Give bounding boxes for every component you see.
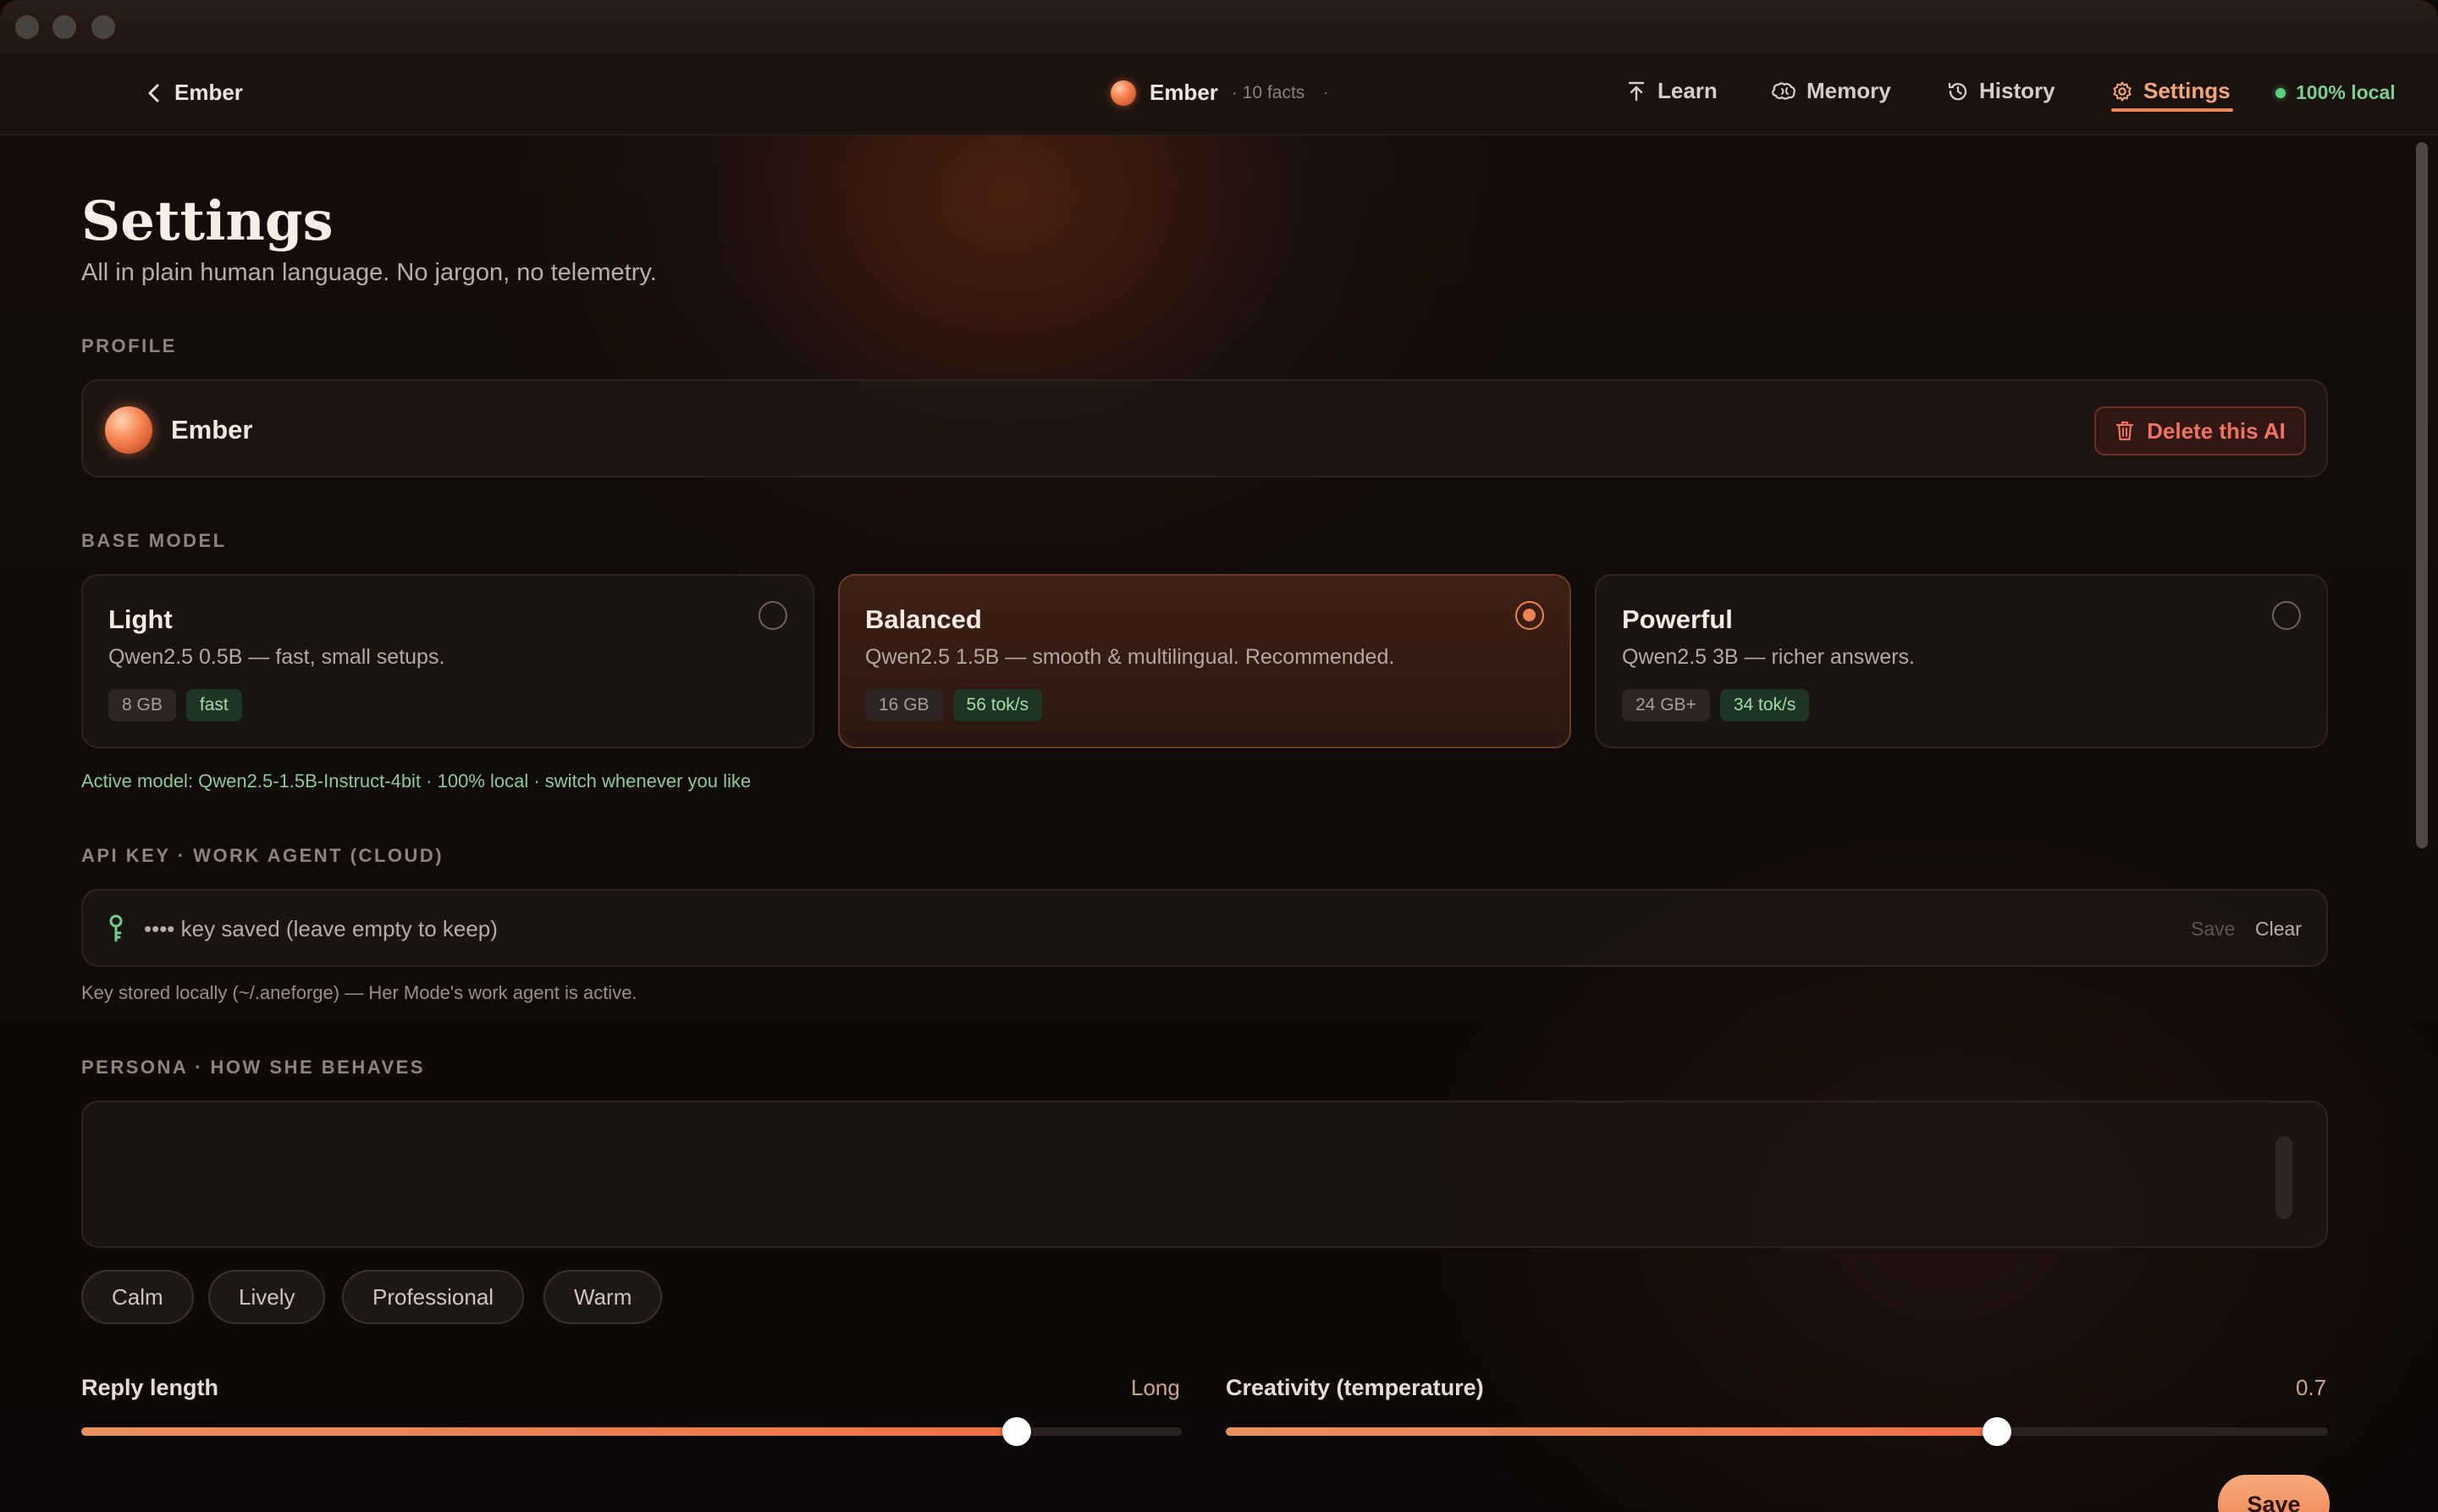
chevron-left-icon: [148, 84, 159, 102]
local-status-label: 100% local: [2296, 81, 2396, 103]
brand-header: Ember · 10 facts ·: [1111, 80, 1328, 106]
model-option-balanced[interactable]: Balanced Qwen2.5 1.5B — smooth & multili…: [838, 574, 1571, 748]
tone-chip-lively[interactable]: Lively: [208, 1270, 326, 1324]
page-scrollbar-thumb[interactable]: [2416, 142, 2428, 848]
tab-settings-label: Settings: [2143, 78, 2231, 103]
close-window-button[interactable]: [15, 15, 39, 39]
persona-textarea[interactable]: [81, 1101, 2328, 1248]
creativity-slider-fill: [1226, 1427, 1998, 1436]
api-key-save-button[interactable]: Save: [2191, 918, 2235, 941]
creativity-slider[interactable]: [1226, 1417, 2328, 1446]
model-tags: 16 GB 56 tok/s: [865, 689, 1043, 721]
speed-badge: fast: [185, 689, 242, 721]
api-key-clear-button[interactable]: Clear: [2255, 918, 2302, 941]
model-radio-light[interactable]: [758, 601, 787, 630]
status-dot-icon: [2275, 87, 2286, 98]
brand-separator-dot: ·: [1323, 84, 1329, 101]
minimize-window-button[interactable]: [52, 15, 76, 39]
model-description: Qwen2.5 0.5B — fast, small setups.: [108, 645, 445, 669]
api-key-input[interactable]: •••• key saved (leave empty to keep): [144, 916, 498, 942]
profile-avatar-orb-icon: [105, 406, 152, 454]
active-model-note: Active model: Qwen2.5-1.5B-Instruct-4bit…: [81, 770, 752, 792]
title-bar: [0, 0, 2438, 54]
reply-length-slider-thumb[interactable]: [1002, 1417, 1031, 1446]
brand-name: Ember: [1150, 80, 1218, 105]
creativity-value: 0.7: [2296, 1375, 2327, 1400]
memory-badge: 16 GB: [865, 689, 943, 721]
api-key-field[interactable]: •••• key saved (leave empty to keep) Sav…: [81, 889, 2328, 967]
creativity-label: Creativity (temperature): [1226, 1375, 1484, 1400]
api-key-note: Key stored locally (~/.aneforge) — Her M…: [81, 982, 637, 1003]
memory-badge: 8 GB: [108, 689, 176, 721]
model-radio-balanced[interactable]: [1515, 601, 1544, 630]
model-title: Balanced: [865, 604, 982, 634]
trash-icon: [2116, 421, 2134, 441]
model-tags: 8 GB fast: [108, 689, 242, 721]
tab-memory[interactable]: Memory: [1771, 78, 1891, 104]
tab-history-label: History: [1979, 78, 2055, 103]
upload-arrow-icon: [1628, 81, 1645, 101]
model-description: Qwen2.5 3B — richer answers.: [1622, 645, 1915, 669]
model-option-powerful[interactable]: Powerful Qwen2.5 3B — richer answers. 24…: [1595, 574, 2328, 748]
tab-learn-label: Learn: [1658, 78, 1718, 103]
tone-chip-warm[interactable]: Warm: [543, 1270, 663, 1324]
reply-length-slider-fill: [81, 1427, 1017, 1436]
profile-section-label: PROFILE: [81, 335, 177, 356]
back-label: Ember: [174, 80, 243, 105]
model-option-light[interactable]: Light Qwen2.5 0.5B — fast, small setups.…: [81, 574, 814, 748]
facts-count: · 10 facts: [1231, 82, 1305, 102]
creativity-slider-thumb[interactable]: [1983, 1417, 2012, 1446]
persona-scrollbar[interactable]: [2275, 1136, 2292, 1219]
brain-icon: [1772, 81, 1795, 100]
zoom-window-button[interactable]: [91, 15, 115, 39]
model-radio-powerful[interactable]: [2272, 601, 2301, 630]
speed-badge: 56 tok/s: [952, 689, 1043, 721]
delete-ai-label: Delete this AI: [2147, 417, 2286, 444]
base-model-section-label: BASE MODEL: [81, 530, 227, 551]
tab-memory-label: Memory: [1806, 78, 1891, 103]
profile-card: Ember Delete this AI: [81, 379, 2328, 477]
model-description: Qwen2.5 1.5B — smooth & multilingual. Re…: [865, 645, 1395, 669]
reply-length-label: Reply length: [81, 1375, 219, 1400]
app-window: Ember Ember · 10 facts · Learn Memory Hi…: [0, 0, 2438, 1512]
model-title: Light: [108, 604, 173, 634]
tab-history[interactable]: History: [1947, 78, 2055, 104]
gear-icon: [2113, 81, 2132, 101]
model-title: Powerful: [1622, 604, 1733, 634]
top-nav: Ember Ember · 10 facts · Learn Memory Hi…: [0, 54, 2438, 135]
speed-badge: 34 tok/s: [1719, 689, 1810, 721]
reply-length-slider[interactable]: [81, 1417, 1182, 1446]
tab-settings[interactable]: Settings: [2111, 78, 2231, 104]
model-tags: 24 GB+ 34 tok/s: [1622, 689, 1810, 721]
reply-length-value: Long: [1131, 1375, 1180, 1400]
key-icon: [109, 914, 123, 942]
persona-section-label: PERSONA · HOW SHE BEHAVES: [81, 1057, 425, 1078]
local-status: 100% local: [2275, 81, 2396, 104]
memory-badge: 24 GB+: [1622, 689, 1710, 721]
ai-avatar-orb-icon: [1111, 80, 1136, 106]
page-subtitle: All in plain human language. No jargon, …: [81, 259, 657, 286]
tone-chip-calm[interactable]: Calm: [81, 1270, 194, 1324]
clock-history-icon: [1948, 82, 1967, 100]
delete-ai-button[interactable]: Delete this AI: [2094, 406, 2306, 455]
page-title: Settings: [81, 190, 334, 253]
save-settings-button[interactable]: Save: [2218, 1475, 2330, 1512]
tone-chip-professional[interactable]: Professional: [342, 1270, 525, 1324]
profile-name: Ember: [171, 415, 253, 444]
active-tab-indicator: [2111, 108, 2233, 112]
back-button[interactable]: Ember: [146, 80, 243, 106]
api-key-section-label: API KEY · WORK AGENT (CLOUD): [81, 845, 444, 866]
tab-learn[interactable]: Learn: [1625, 78, 1718, 104]
